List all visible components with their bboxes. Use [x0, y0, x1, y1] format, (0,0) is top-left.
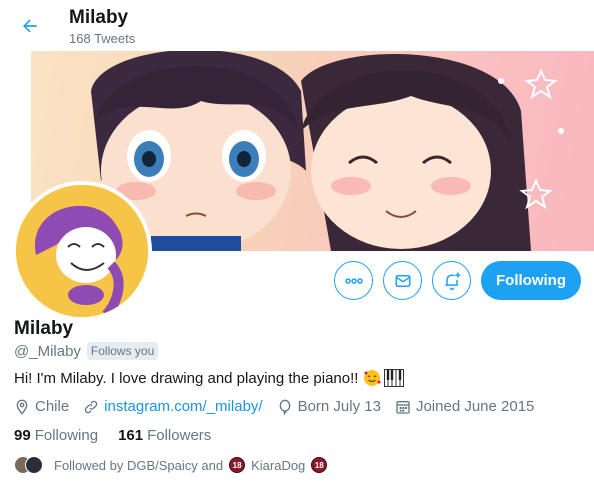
tweet-count: 168 Tweets: [69, 31, 136, 46]
following-label: Following: [34, 427, 99, 444]
bell-plus-icon: [444, 272, 460, 290]
following-count: 99: [14, 427, 31, 444]
follows-you-badge: Follows you: [86, 342, 159, 360]
link-icon: [84, 400, 98, 413]
followed-by-second: KiaraDog: [251, 457, 306, 473]
profile-bio: Hi! I'm Milaby. I love drawing and playi…: [14, 369, 405, 387]
follower-avatars: [14, 455, 44, 475]
bio-text: Hi! I'm Milaby. I love drawing and playi…: [14, 369, 359, 387]
birthday: Born July 13: [277, 398, 381, 415]
arrow-left-icon: [23, 19, 37, 33]
website-link[interactable]: instagram.com/_milaby/: [104, 398, 262, 415]
balloon-icon: [279, 399, 290, 415]
location: Chile: [14, 398, 69, 415]
profile-actions: Following: [0, 261, 594, 301]
location-pin-icon: [16, 399, 28, 415]
location-text: Chile: [35, 398, 70, 415]
header-title: Milaby: [69, 7, 129, 28]
profile-stats: 99 Following 161 Followers: [14, 427, 231, 444]
profile-handle: @_Milaby: [14, 342, 81, 360]
smiling-face-with-hearts-icon: [363, 369, 382, 387]
followers-count-link[interactable]: 161 Followers: [118, 427, 211, 444]
age-18-badge-icon: 18: [311, 457, 328, 473]
follower-avatar-2: [25, 456, 43, 474]
notifications-button[interactable]: [432, 261, 471, 300]
website: instagram.com/_milaby/: [83, 398, 263, 415]
birthday-text: Born July 13: [297, 398, 381, 415]
following-count-link[interactable]: 99 Following: [14, 427, 98, 444]
more-button[interactable]: [334, 261, 373, 300]
followed-by-text: Followed by DGB/Spaicy and: [54, 457, 224, 473]
joined-text: Joined June 2015: [415, 398, 535, 415]
profile-meta: Chile instagram.com/_milaby/ Born July 1…: [14, 398, 548, 415]
followers-label: Followers: [147, 427, 212, 444]
calendar-icon: [396, 400, 410, 414]
followers-count: 161: [118, 427, 144, 444]
piano-keyboard-icon: [384, 369, 405, 387]
more-icon: [344, 277, 363, 284]
age-18-badge-icon: 18: [229, 457, 246, 473]
following-button[interactable]: Following: [481, 261, 581, 300]
envelope-icon: [395, 274, 410, 287]
back-button[interactable]: [14, 10, 46, 42]
profile-name: Milaby: [14, 318, 74, 339]
joined-date: Joined June 2015: [395, 398, 534, 415]
followed-by[interactable]: Followed by DGB/Spaicy and 18 KiaraDog 1…: [14, 455, 333, 475]
handle-row: @_Milaby Follows you: [14, 342, 159, 360]
message-button[interactable]: [383, 261, 422, 300]
profile-header: Milaby 168 Tweets: [0, 0, 594, 51]
